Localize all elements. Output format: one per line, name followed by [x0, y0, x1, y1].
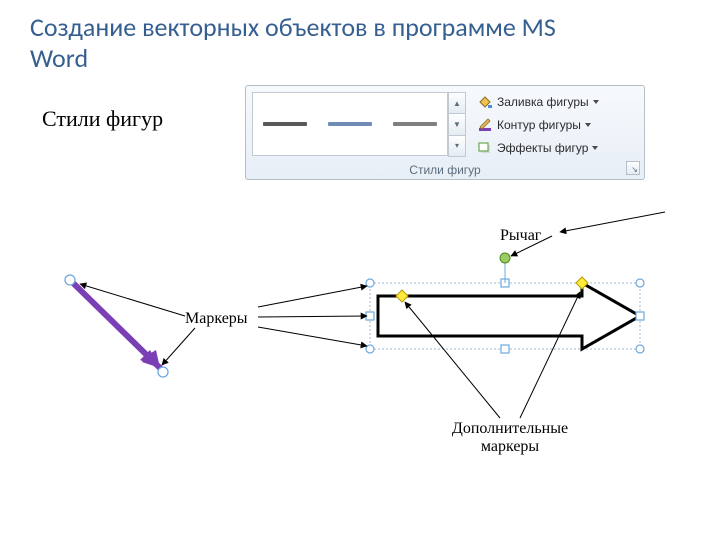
shape-fill-button[interactable]: Заливка фигуры: [474, 92, 642, 112]
dropdown-caret-icon: [585, 123, 591, 127]
shape-style-gallery[interactable]: [252, 92, 448, 156]
ribbon-group-caption: Стили фигур: [246, 163, 644, 177]
pencil-outline-icon: [477, 117, 493, 133]
slide: Создание векторных объектов в программе …: [0, 0, 720, 540]
shape-fill-label: Заливка фигуры: [497, 95, 589, 109]
extra-markers-label: Дополнительные маркеры: [435, 420, 585, 455]
effects-icon: [477, 140, 493, 156]
markers-label: Маркеры: [185, 310, 248, 328]
shape-effects-label: Эффекты фигур: [497, 141, 588, 155]
diagram-overlay: [0, 0, 720, 540]
shape-outline-label: Контур фигуры: [497, 118, 581, 132]
shape-format-buttons: Заливка фигуры Контур фигуры: [474, 90, 642, 160]
shape-outline-button[interactable]: Контур фигуры: [474, 115, 642, 135]
gallery-row-down-button[interactable]: ▼: [448, 113, 466, 135]
gallery-scroll: ▲ ▼ ▾: [448, 92, 466, 156]
lever-label: Рычаг: [500, 227, 541, 245]
dropdown-caret-icon: [593, 100, 599, 104]
shape-effects-button[interactable]: Эффекты фигур: [474, 138, 642, 158]
dialog-launcher-button[interactable]: ↘: [626, 161, 640, 175]
dropdown-caret-icon: [592, 146, 598, 150]
shape-styles-ribbon-group: ▲ ▼ ▾ Заливка фигуры: [245, 85, 645, 180]
style-swatch-dark[interactable]: [263, 122, 307, 126]
paint-bucket-icon: [477, 94, 493, 110]
gallery-more-button[interactable]: ▾: [448, 135, 466, 157]
gallery-row-up-button[interactable]: ▲: [448, 92, 466, 114]
slide-title: Создание векторных объектов в программе …: [30, 12, 590, 73]
purple-arrow-shape: [65, 275, 168, 377]
style-swatch-gray[interactable]: [393, 122, 437, 126]
style-swatch-blue[interactable]: [328, 122, 372, 126]
section-subtitle: Стили фигур: [42, 106, 163, 132]
block-arrow-shape: [366, 253, 644, 353]
